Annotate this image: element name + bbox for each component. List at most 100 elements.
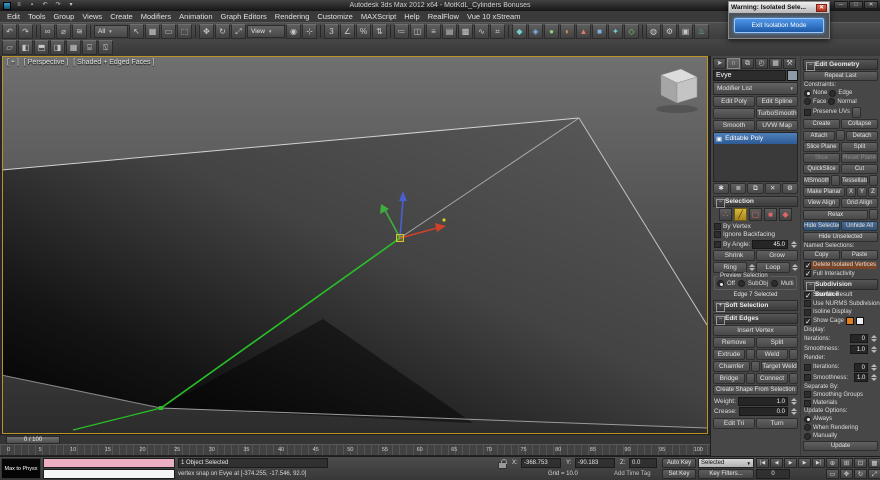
orbit-icon[interactable]: ↻ [854,469,867,479]
render-setup-icon[interactable]: ⚙ [662,23,677,39]
spinner-snap-icon[interactable]: ⇅ [372,23,387,39]
render-smoothness-spinner[interactable] [870,374,877,381]
planar-y-button[interactable]: Y [857,187,867,197]
plugin-toolbar-icon[interactable]: ✦ [608,23,623,39]
display-iterations-spinner[interactable] [870,335,877,342]
make-unique-icon[interactable]: ⧉ [747,183,764,194]
close-button[interactable]: ✕ [864,1,878,9]
unlink-selection-icon[interactable]: ⌀ [56,23,71,39]
menu-edit[interactable]: Edit [3,11,24,22]
use-nurms-checkbox[interactable] [804,300,811,307]
app-menu-icon[interactable]: ≡ [14,1,24,10]
max-to-physx-button[interactable]: Max to Physx [1,458,41,479]
display-smoothness-field[interactable]: 1.0 [850,344,868,354]
edit-tri-button[interactable]: Edit Tri [713,417,755,429]
by-angle-field[interactable]: 45.0 [752,239,788,249]
hide-selected-button[interactable]: Hide Selected [803,221,840,231]
render-production-icon[interactable]: ♨ [694,23,709,39]
schematic-view-icon[interactable]: ⌗ [490,23,505,39]
rendered-frame-window-icon[interactable]: ▣ [678,23,693,39]
cage-color-swatch[interactable] [846,317,855,325]
select-and-manipulate-icon[interactable]: ⊹ [302,23,317,39]
subobject-edge-icon[interactable]: ╱ [734,208,747,221]
track-bar-ruler[interactable]: 0 5 10 15 20 25 30 35 40 45 50 55 60 65 … [0,444,710,456]
use-pivot-point-center-icon[interactable]: ◉ [286,23,301,39]
tessellate-button[interactable]: Tessellate [841,175,868,186]
collapse-button[interactable]: Collapse [841,119,878,129]
show-end-result-icon[interactable]: ≣ [730,183,747,194]
modeling-ribbon-icon[interactable]: ◧ [18,40,33,55]
preview-off-radio[interactable] [717,280,724,287]
menu-modifiers[interactable]: Modifiers [137,11,175,22]
rollout-subdivision-surface[interactable]: Subdivision Surface [803,279,878,298]
constraint-edge-radio[interactable] [829,89,837,97]
render-smoothness-checkbox[interactable] [804,374,811,381]
bridge-button[interactable]: Bridge [713,373,745,384]
repeat-last-button[interactable]: Repeat Last [803,71,878,81]
insert-vertex-button[interactable]: Insert Vertex [713,325,798,336]
zoom-extents-icon[interactable]: ⊡ [854,458,867,468]
material-editor-icon[interactable]: ◍ [646,23,661,39]
quickslice-button[interactable]: QuickSlice [803,164,840,174]
zoom-extents-all-icon[interactable]: ▦ [868,458,880,468]
menu-create[interactable]: Create [106,11,137,22]
zoom-all-icon[interactable]: ⊞ [840,458,853,468]
split-button[interactable]: Split [756,337,798,348]
plugin-toolbar-icon[interactable]: ◈ [528,23,543,39]
relax-settings-button[interactable] [869,209,878,220]
pin-stack-icon[interactable]: ✱ [713,183,730,194]
set-key-button[interactable]: Set Key [662,469,696,479]
modifier-preset-button[interactable]: Edit Spline [756,96,798,107]
modifier-preset-button[interactable]: Smooth [713,120,755,131]
viewport-scene[interactable] [3,57,707,433]
render-iterations-spinner[interactable] [870,363,877,371]
weld-button[interactable]: Weld [756,349,788,360]
minimize-button[interactable]: ─ [834,1,848,9]
menu-tools[interactable]: Tools [24,11,50,22]
planar-z-button[interactable]: Z [868,187,878,197]
warning-dialog-close-icon[interactable]: ✕ [816,3,827,12]
constraint-normal-radio[interactable] [828,98,836,105]
plugin-toolbar-icon[interactable]: ▲ [576,23,591,39]
chamfer-settings-button[interactable] [751,361,760,372]
crease-spinner[interactable] [790,408,797,415]
split-toggle-button[interactable]: Split [841,142,878,152]
zoom-region-icon[interactable]: ▭ [826,469,839,479]
slice-button[interactable]: Slice [803,153,840,163]
selected-vertex-marker[interactable] [159,406,163,410]
stack-item-editable-poly[interactable]: ▣ Editable Poly [714,133,797,144]
modifier-preset-button[interactable]: Edit Poly [713,96,755,107]
modeling-ribbon-icon[interactable]: ⍂ [98,40,113,55]
smooth-result-checkbox[interactable] [804,291,811,300]
copy-button[interactable]: Copy [803,250,840,260]
preview-multi-radio[interactable] [770,280,778,287]
mirror-icon[interactable]: ◫ [410,23,425,39]
modifier-preset-button[interactable] [713,108,755,119]
percent-snap-icon[interactable]: % [356,23,371,39]
window-crossing-icon[interactable]: ⬚ [177,23,192,39]
tab-hierarchy-icon[interactable]: ⧉ [741,58,754,69]
viewport-general-menu[interactable]: [ + ] [7,59,19,66]
remove-modifier-icon[interactable]: ✕ [764,183,781,194]
preserve-uvs-settings-button[interactable] [852,106,862,118]
selection-filter-dropdown[interactable]: All ▼ [94,24,128,38]
snaps-toggle-icon[interactable]: 3 [324,23,339,39]
graphite-ribbon-toggle-icon[interactable]: ▩ [458,23,473,39]
msmooth-settings-button[interactable] [831,175,840,186]
key-selection-dropdown[interactable]: Selected ▼ [698,458,754,468]
key-filters-button[interactable]: Key Filters... [698,469,754,479]
angle-snap-icon[interactable]: ∠ [340,23,355,39]
bridge-settings-button[interactable] [746,373,755,384]
perspective-viewport[interactable]: [ + ] [ Perspective ] [ Shaded + Edged F… [2,56,708,434]
select-and-move-icon[interactable]: ✥ [199,23,214,39]
weight-spinner[interactable] [790,397,797,405]
modeling-ribbon-icon[interactable]: ⌸ [82,40,97,55]
rollout-soft-selection[interactable]: Soft Selection [713,300,798,312]
view-align-button[interactable]: View Align [803,198,840,208]
materials-checkbox[interactable] [804,399,811,407]
warning-dialog-titlebar[interactable]: Warning: Isolated Sele... ✕ [729,2,829,13]
subobject-border-icon[interactable]: ▢ [749,208,762,221]
display-smoothness-spinner[interactable] [870,345,877,353]
cut-button[interactable]: Cut [841,164,878,174]
loop-button[interactable]: Loop [756,262,790,273]
